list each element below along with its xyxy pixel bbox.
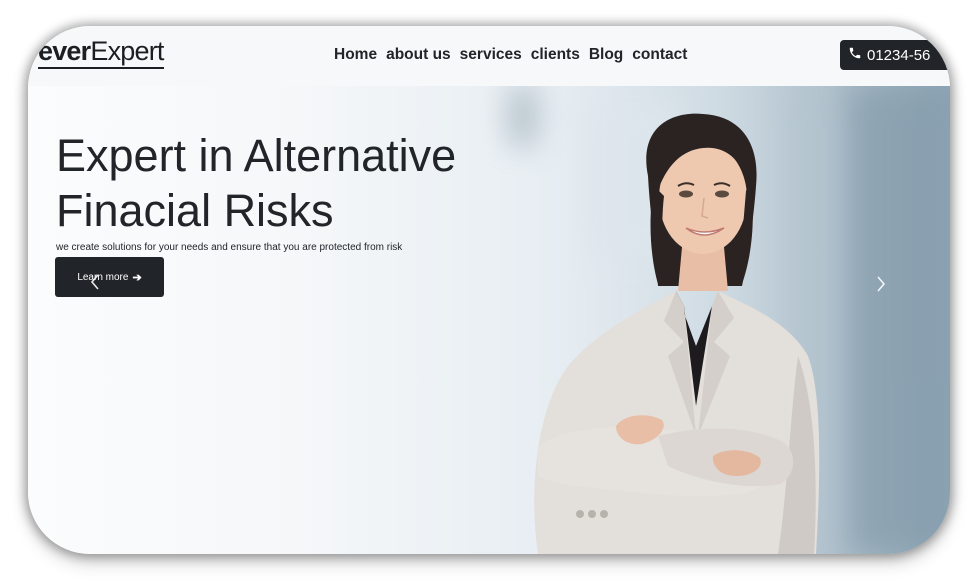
hero-title-line-1: Expert in Alternative bbox=[56, 130, 457, 181]
nav-link-contact[interactable]: contact bbox=[632, 46, 687, 64]
nav-menu: Home about us services clients Blog cont… bbox=[334, 46, 687, 64]
logo[interactable]: everExpert bbox=[38, 36, 164, 69]
carousel-next-button[interactable] bbox=[874, 274, 888, 294]
nav-link-home[interactable]: Home bbox=[334, 46, 377, 64]
carousel-prev-button[interactable] bbox=[88, 272, 102, 292]
hero-subtitle: we create solutions for your needs and e… bbox=[56, 242, 403, 253]
arrow-right-icon: ➔ bbox=[132, 271, 142, 284]
nav-link-clients[interactable]: clients bbox=[531, 46, 580, 64]
nav-link-about[interactable]: about us bbox=[386, 46, 451, 64]
learn-more-label: Learn more bbox=[77, 271, 129, 283]
nav-link-services[interactable]: services bbox=[460, 46, 522, 64]
hero-carousel: Expert in Alternative Finacial Risks we … bbox=[28, 86, 950, 554]
navbar: everExpert Home about us services client… bbox=[28, 26, 950, 86]
chevron-right-icon bbox=[877, 276, 886, 292]
phone-icon bbox=[848, 46, 862, 64]
phone-button[interactable]: 01234-56 bbox=[840, 40, 950, 70]
hero-title-line-2: Finacial Risks bbox=[56, 185, 334, 236]
hero-title: Expert in Alternative Finacial Risks bbox=[56, 128, 526, 238]
background-blur bbox=[848, 86, 950, 554]
businesswoman-image bbox=[534, 113, 820, 554]
phone-number: 01234-56 bbox=[867, 46, 931, 64]
chevron-left-icon bbox=[90, 274, 99, 290]
nav-link-blog[interactable]: Blog bbox=[589, 46, 623, 64]
browser-frame: everExpert Home about us services client… bbox=[28, 26, 950, 554]
learn-more-button[interactable]: Learn more ➔ bbox=[55, 257, 164, 297]
